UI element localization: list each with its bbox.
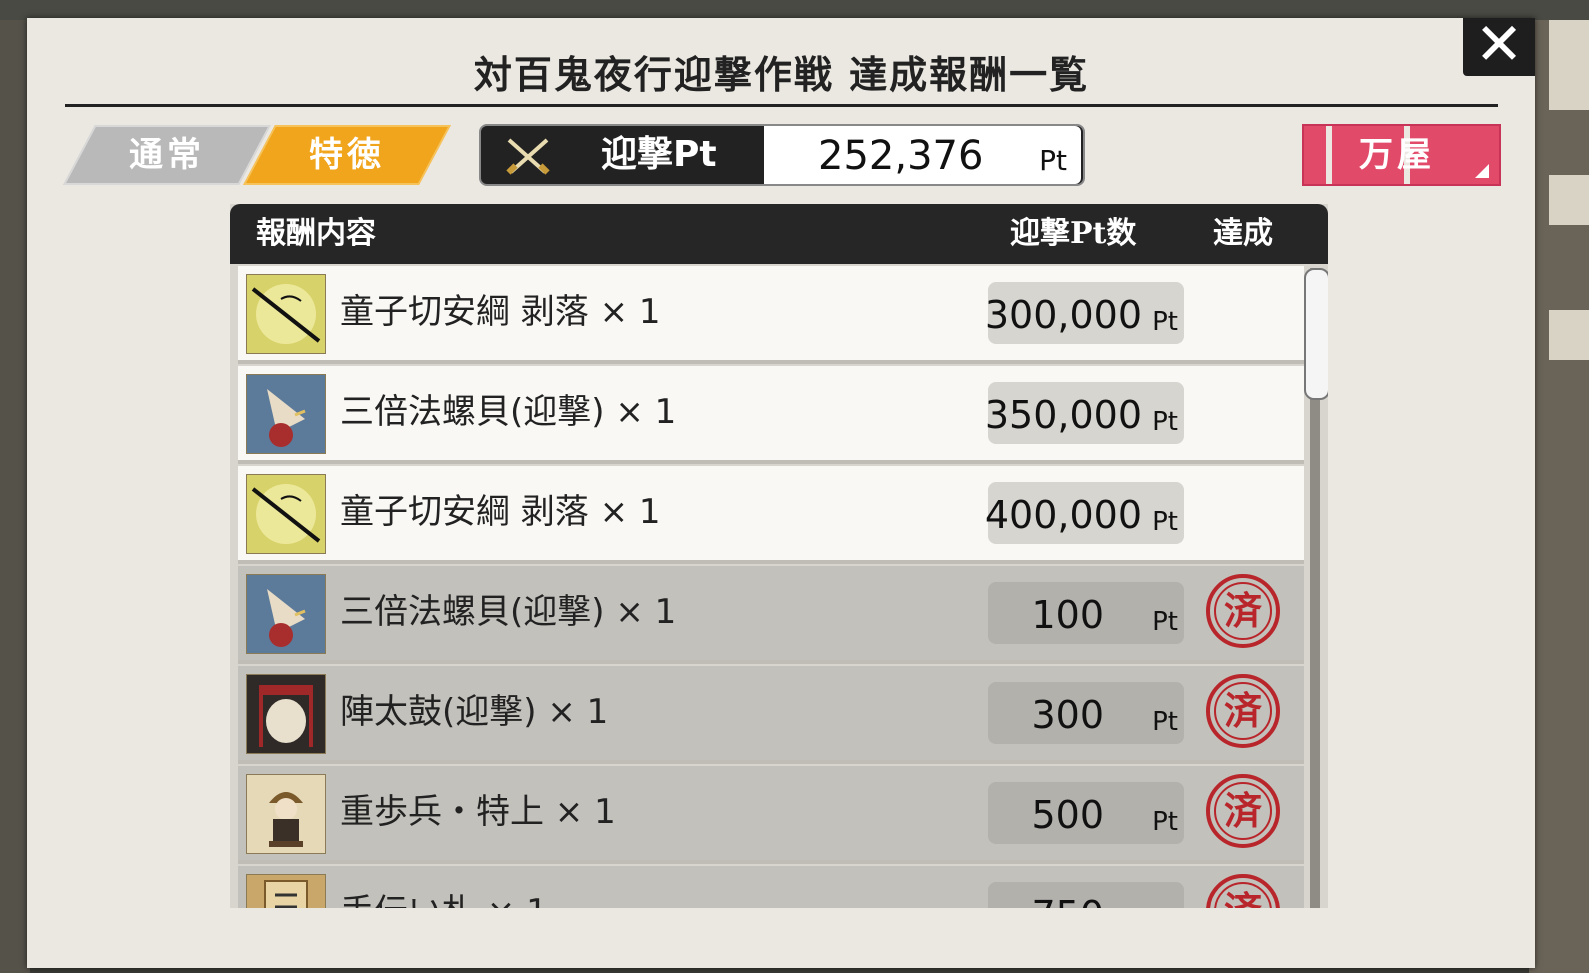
table-row[interactable]: 三倍法螺貝(迎撃) × 1 100 Pt 済 [238, 566, 1304, 664]
shop-button-label: 万屋 [1359, 135, 1435, 175]
tab-special-label: 特徳 [309, 135, 385, 175]
crossed-swords-icon [506, 138, 550, 175]
table-row[interactable]: 童子切安綱 剥落 × 1 400,000 Pt [238, 466, 1304, 564]
column-header-achieved: 達成 [1213, 216, 1273, 251]
required-points: 400,000 Pt [985, 482, 1184, 544]
points-unit: Pt [1152, 507, 1178, 537]
item-name: 三倍法螺貝(迎撃) × 1 [340, 392, 677, 432]
points-unit: Pt [1152, 407, 1178, 437]
heavy-infantry-icon [246, 774, 326, 854]
tab-special[interactable]: 特徳 [243, 125, 451, 185]
points-number: 300 [1031, 693, 1104, 737]
points-value: 252,376 [818, 133, 984, 179]
shop-button[interactable]: 万屋 [1302, 124, 1501, 186]
points-unit: Pt [1152, 707, 1178, 737]
table-row[interactable]: 童子切安綱 剥落 × 1 300,000 Pt [238, 266, 1304, 364]
conch-shell-icon [246, 574, 326, 654]
table-row[interactable]: 重歩兵・特上 × 1 500 Pt 済 [238, 766, 1304, 864]
war-drum-icon [246, 674, 326, 754]
dialog-title: 対百鬼夜行迎撃作戦 達成報酬一覧 [65, 48, 1498, 107]
points-number: 750 [1031, 882, 1104, 908]
points-number: 500 [1031, 793, 1104, 837]
points-number: 300,000 [984, 293, 1142, 337]
points-number: 100 [1031, 593, 1104, 637]
points-label: 迎撃Pt [601, 134, 717, 175]
item-name: 陣太鼓(迎撃) × 1 [340, 692, 609, 732]
achieved-stamp: 済 [1206, 574, 1280, 648]
stamp-text: 済 [1223, 688, 1262, 733]
stamp-text: 済 [1223, 788, 1262, 833]
table-row[interactable]: 陣太鼓(迎撃) × 1 300 Pt 済 [238, 666, 1304, 764]
required-points: 500 Pt [988, 782, 1184, 844]
tab-normal[interactable]: 通常 [63, 125, 271, 185]
column-header-content: 報酬内容 [256, 216, 376, 251]
achieved-stamp: 済 [1206, 774, 1280, 848]
stamp-text: 済 [1210, 878, 1276, 908]
scrollbar-thumb[interactable] [1304, 268, 1328, 400]
column-header-points: 迎撃Pt数 [1010, 216, 1137, 251]
required-points: 750 Pt [988, 882, 1184, 908]
item-name: 三倍法螺貝(迎撃) × 1 [340, 592, 677, 632]
achieved-stamp: 済 [1206, 674, 1280, 748]
table-row[interactable]: 手伝い札 × 1 750 Pt 済 [238, 866, 1304, 908]
points-unit: Pt [1152, 307, 1178, 337]
game-background-right [1529, 20, 1589, 973]
table-row[interactable]: 三倍法螺貝(迎撃) × 1 350,000 Pt [238, 366, 1304, 464]
points-unit: Pt [1152, 807, 1178, 837]
game-resource-bar [0, 0, 1589, 20]
required-points: 350,000 Pt [985, 382, 1184, 444]
reward-list-dialog: ✕ 対百鬼夜行迎撃作戦 達成報酬一覧 通常 特徳 迎撃Pt 252,376 Pt… [27, 15, 1535, 968]
tab-normal-label: 通常 [129, 135, 205, 175]
interception-points-panel: 迎撃Pt 252,376 Pt [479, 124, 1085, 186]
required-points: 300 Pt [988, 682, 1184, 744]
table-header: 報酬内容 迎撃Pt数 達成 [230, 204, 1328, 264]
sword-shard-icon [246, 474, 326, 554]
points-number: 350,000 [984, 393, 1142, 437]
item-name: 手伝い札 × 1 [340, 866, 548, 908]
corner-arrow-icon [1475, 164, 1489, 178]
reward-table: 報酬内容 迎撃Pt数 達成 童子切安綱 剥落 × 1 300,000 Pt 三倍… [230, 204, 1328, 908]
helper-tag-icon [246, 874, 326, 908]
stamp-text: 済 [1223, 588, 1262, 633]
sword-shard-icon [246, 274, 326, 354]
points-value-box: 252,376 Pt [764, 126, 1081, 184]
required-points: 100 Pt [988, 582, 1184, 644]
item-name: 重歩兵・特上 × 1 [340, 792, 616, 832]
achieved-stamp: 済 [1206, 874, 1280, 908]
points-unit: Pt [1152, 892, 1178, 908]
item-name: 童子切安綱 剥落 × 1 [340, 292, 661, 332]
required-points: 300,000 Pt [985, 282, 1184, 344]
item-name: 童子切安綱 剥落 × 1 [340, 492, 661, 532]
points-number: 400,000 [984, 493, 1142, 537]
game-background-left [0, 20, 30, 973]
points-unit: Pt [1152, 607, 1178, 637]
points-unit: Pt [1039, 144, 1067, 177]
conch-shell-icon [246, 374, 326, 454]
